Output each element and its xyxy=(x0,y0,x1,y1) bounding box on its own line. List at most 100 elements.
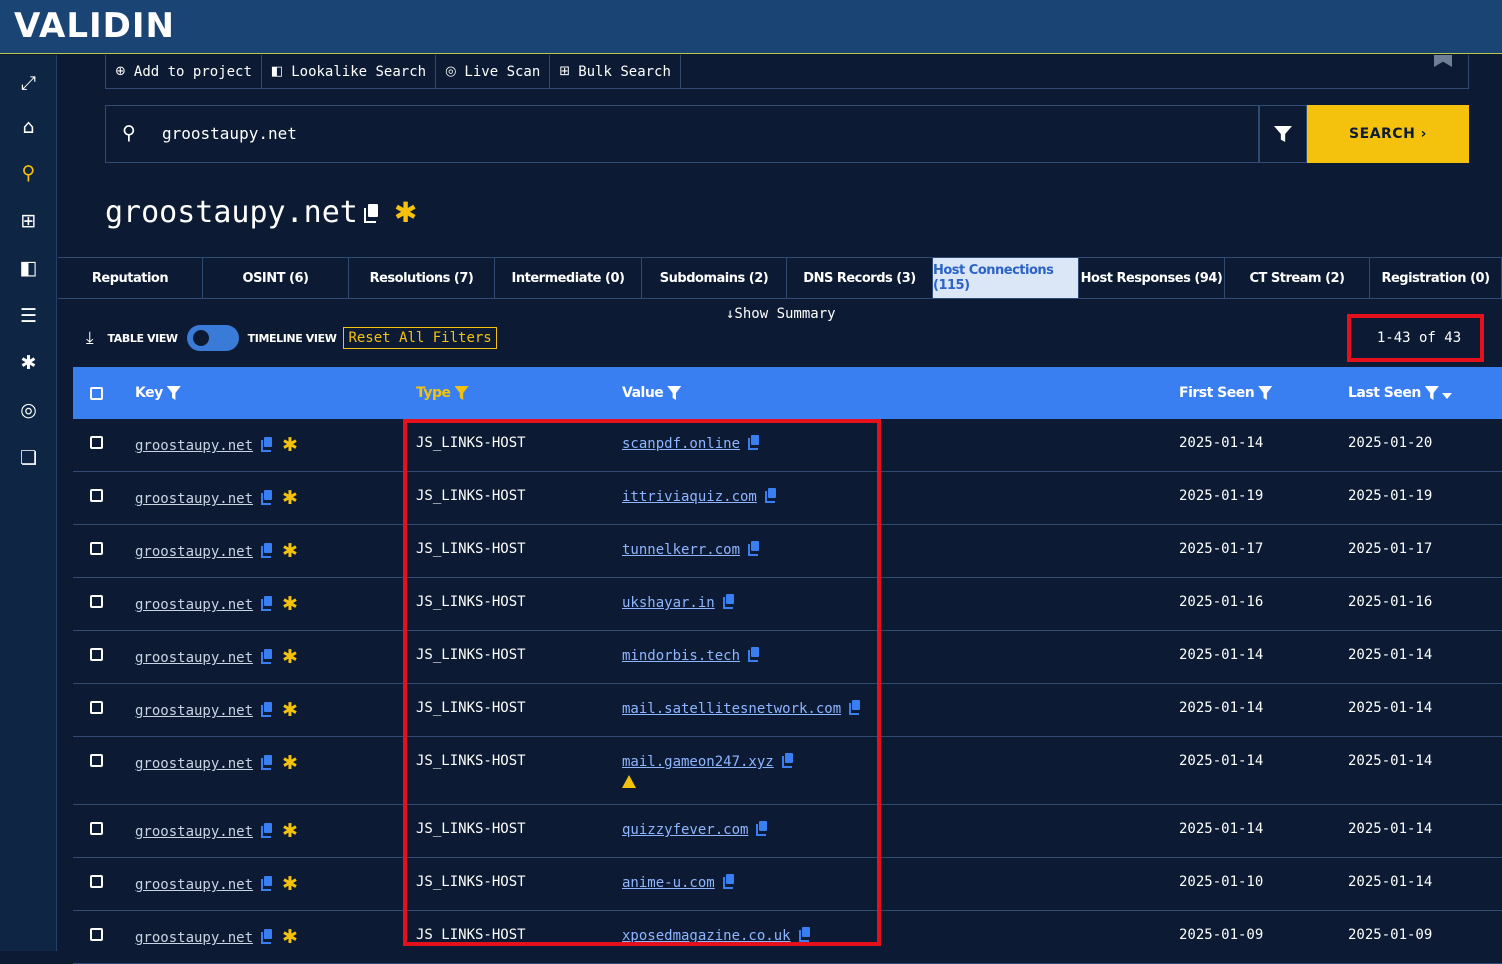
library-icon[interactable]: ❏ xyxy=(0,443,57,473)
row-checkbox[interactable] xyxy=(90,489,103,502)
copy-icon[interactable] xyxy=(261,543,273,558)
last-seen-cell: 2025-01-14 xyxy=(1348,874,1433,890)
lookalike-icon[interactable]: ◧ xyxy=(0,253,57,283)
bug-icon[interactable]: ✱ xyxy=(0,348,57,378)
asterisk-icon[interactable]: ✱ xyxy=(282,540,298,562)
asterisk-icon[interactable]: ✱ xyxy=(282,873,298,895)
key-link[interactable]: groostaupy.net xyxy=(135,824,253,840)
key-link[interactable]: groostaupy.net xyxy=(135,877,253,893)
tab-subdomains[interactable]: Subdomains (2) xyxy=(642,258,787,298)
row-checkbox[interactable] xyxy=(90,928,103,941)
copy-icon[interactable] xyxy=(261,596,273,611)
highlight-box xyxy=(1347,314,1484,362)
key-cell: groostaupy.net ✱ xyxy=(135,539,298,562)
asterisk-icon[interactable]: ✱ xyxy=(282,820,298,842)
row-checkbox[interactable] xyxy=(90,754,103,767)
key-cell: groostaupy.net ✱ xyxy=(135,925,298,948)
bulk-search-button[interactable]: ⊞ Bulk Search xyxy=(550,55,681,88)
filter-button[interactable] xyxy=(1259,105,1307,163)
key-link[interactable]: groostaupy.net xyxy=(135,650,253,666)
copy-icon[interactable] xyxy=(261,490,273,505)
search-icon: ⚲ xyxy=(122,122,136,144)
filter-icon[interactable] xyxy=(667,386,682,400)
download-icon[interactable]: ⤓ xyxy=(86,328,94,348)
row-checkbox[interactable] xyxy=(90,822,103,835)
asterisk-icon[interactable]: ✱ xyxy=(394,196,417,229)
copy-icon[interactable] xyxy=(261,702,273,717)
first-seen-cell: 2025-01-14 xyxy=(1179,700,1264,716)
tab-registration[interactable]: Registration (0) xyxy=(1370,258,1502,298)
key-column-header[interactable]: Key xyxy=(135,367,181,419)
copy-icon[interactable] xyxy=(261,755,273,770)
last-seen-column-header[interactable]: Last Seen xyxy=(1348,367,1452,419)
grid-icon[interactable]: ⊞ xyxy=(0,206,57,236)
asterisk-icon[interactable]: ✱ xyxy=(282,487,298,509)
lookalike-search-button[interactable]: ◧ Lookalike Search xyxy=(262,55,437,88)
asterisk-icon[interactable]: ✱ xyxy=(282,434,298,456)
asterisk-icon[interactable]: ✱ xyxy=(282,699,298,721)
key-link[interactable]: groostaupy.net xyxy=(135,930,253,946)
search-input[interactable]: ⚲ groostaupy.net xyxy=(105,105,1259,163)
highlight-box xyxy=(403,419,881,946)
show-summary-button[interactable]: ↓Show Summary xyxy=(726,306,836,322)
key-link[interactable]: groostaupy.net xyxy=(135,438,253,454)
copy-icon[interactable] xyxy=(261,437,273,452)
sort-desc-icon[interactable] xyxy=(1441,392,1452,399)
last-seen-cell: 2025-01-14 xyxy=(1348,821,1433,837)
first-seen-cell: 2025-01-09 xyxy=(1179,927,1264,943)
row-checkbox[interactable] xyxy=(90,436,103,449)
copy-icon[interactable] xyxy=(261,929,273,944)
first-seen-column-header[interactable]: First Seen xyxy=(1179,367,1273,419)
key-link[interactable]: groostaupy.net xyxy=(135,544,253,560)
search-icon[interactable]: ⚲ xyxy=(0,158,57,188)
action-bar: ⊕ Add to project ◧ Lookalike Search ◎ Live … xyxy=(105,55,1469,89)
row-checkbox[interactable] xyxy=(90,542,103,555)
lookalike-icon: ◧ xyxy=(270,64,284,79)
key-link[interactable]: groostaupy.net xyxy=(135,703,253,719)
live-scan-button[interactable]: ◎ Live Scan xyxy=(436,55,551,88)
list-icon[interactable]: ☰ xyxy=(0,301,57,331)
tab-intermediate[interactable]: Intermediate (0) xyxy=(495,258,642,298)
copy-icon[interactable] xyxy=(261,876,273,891)
first-seen-cell: 2025-01-14 xyxy=(1179,647,1264,663)
expand-icon[interactable]: ⤢ xyxy=(0,68,57,98)
tab-host-connections[interactable]: Host Connections (115) xyxy=(933,258,1079,298)
reset-filters-button[interactable]: Reset All Filters xyxy=(343,327,497,349)
last-seen-cell: 2025-01-17 xyxy=(1348,541,1433,557)
add-to-project-button[interactable]: ⊕ Add to project xyxy=(106,55,262,88)
row-checkbox[interactable] xyxy=(90,648,103,661)
validin-logo[interactable]: VALIDIN xyxy=(14,6,175,46)
scan-icon[interactable]: ◎ xyxy=(0,395,57,425)
row-checkbox[interactable] xyxy=(90,595,103,608)
tab-ct-stream[interactable]: CT Stream (2) xyxy=(1225,258,1370,298)
tab-resolutions[interactable]: Resolutions (7) xyxy=(349,258,495,298)
row-checkbox[interactable] xyxy=(90,875,103,888)
select-all-checkbox[interactable] xyxy=(90,387,103,400)
tab-dns-records[interactable]: DNS Records (3) xyxy=(787,258,933,298)
key-link[interactable]: groostaupy.net xyxy=(135,491,253,507)
asterisk-icon[interactable]: ✱ xyxy=(282,646,298,668)
asterisk-icon[interactable]: ✱ xyxy=(282,752,298,774)
filter-icon[interactable] xyxy=(454,386,469,400)
filter-icon[interactable] xyxy=(1258,386,1273,400)
asterisk-icon[interactable]: ✱ xyxy=(282,593,298,615)
row-checkbox[interactable] xyxy=(90,701,103,714)
value-column-header[interactable]: Value xyxy=(622,367,682,419)
home-icon[interactable]: ⌂ xyxy=(0,112,57,142)
copy-icon[interactable] xyxy=(363,204,378,223)
key-link[interactable]: groostaupy.net xyxy=(135,597,253,613)
tab-reputation[interactable]: Reputation xyxy=(58,258,203,298)
filter-icon[interactable] xyxy=(1424,386,1439,400)
type-column-header[interactable]: Type xyxy=(416,367,469,419)
key-link[interactable]: groostaupy.net xyxy=(135,756,253,772)
copy-icon[interactable] xyxy=(261,823,273,838)
key-cell: groostaupy.net ✱ xyxy=(135,645,298,668)
filter-icon[interactable] xyxy=(166,386,181,400)
view-toggle[interactable] xyxy=(186,325,239,351)
asterisk-icon[interactable]: ✱ xyxy=(282,926,298,948)
search-button[interactable]: SEARCH › xyxy=(1307,105,1469,163)
bookmark-icon[interactable] xyxy=(1434,55,1452,67)
tab-host-responses[interactable]: Host Responses (94) xyxy=(1079,258,1225,298)
copy-icon[interactable] xyxy=(261,649,273,664)
tab-osint[interactable]: OSINT (6) xyxy=(203,258,349,298)
